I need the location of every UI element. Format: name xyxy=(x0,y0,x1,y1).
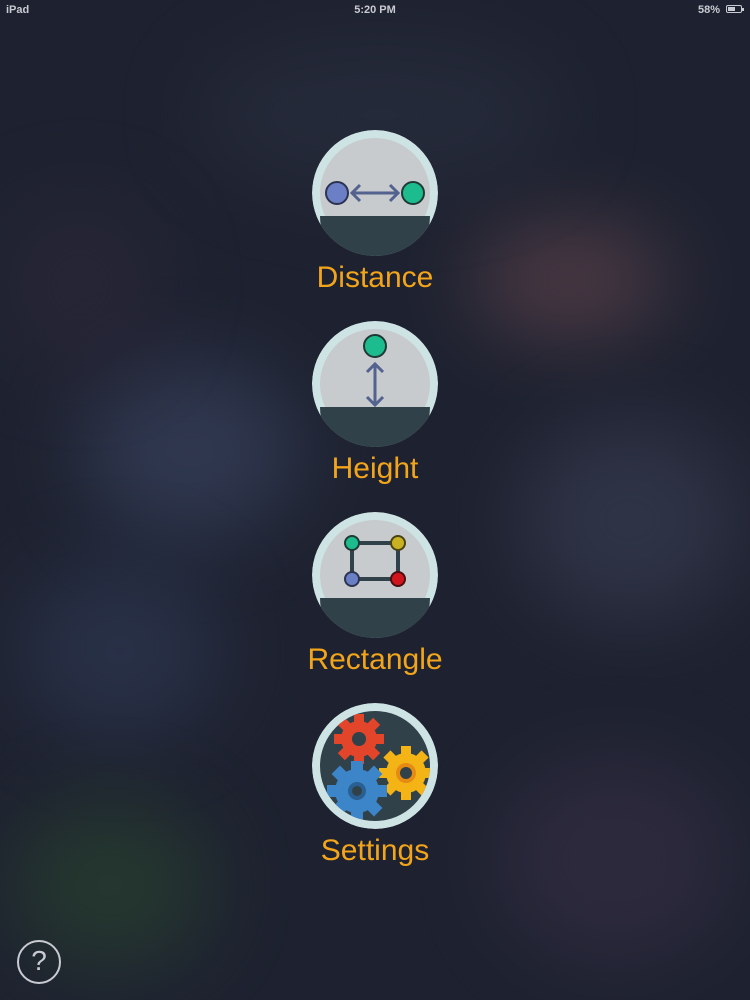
status-bar: iPad 5:20 PM 58% xyxy=(0,0,750,20)
background-blur xyxy=(80,360,300,540)
status-time: 5:20 PM xyxy=(354,4,396,16)
battery-icon xyxy=(726,5,744,13)
menu-item-settings[interactable]: Settings xyxy=(275,703,475,878)
background-blur xyxy=(470,220,670,340)
app-screen: iPad 5:20 PM 58% Distance Height Rectang… xyxy=(0,0,750,1000)
menu-label: Settings xyxy=(320,834,430,867)
menu-label: Height xyxy=(331,452,419,485)
battery-percentage: 58% xyxy=(697,4,720,16)
background-blur xyxy=(20,560,220,740)
background-blur xyxy=(520,420,740,620)
menu-label: Distance xyxy=(316,261,434,294)
menu-item-rectangle[interactable]: Rectangle xyxy=(275,512,475,687)
menu-item-height[interactable]: Height xyxy=(275,321,475,496)
background-blur xyxy=(500,760,730,960)
distance-icon xyxy=(312,130,438,256)
rectangle-icon xyxy=(312,512,438,638)
menu-label: Rectangle xyxy=(307,643,443,676)
menu-item-distance[interactable]: Distance xyxy=(275,130,475,305)
background-blur xyxy=(0,200,160,370)
gears-icon xyxy=(312,703,438,829)
help-button[interactable]: ? xyxy=(17,940,61,984)
height-icon xyxy=(312,321,438,447)
question-icon: ? xyxy=(31,945,47,976)
